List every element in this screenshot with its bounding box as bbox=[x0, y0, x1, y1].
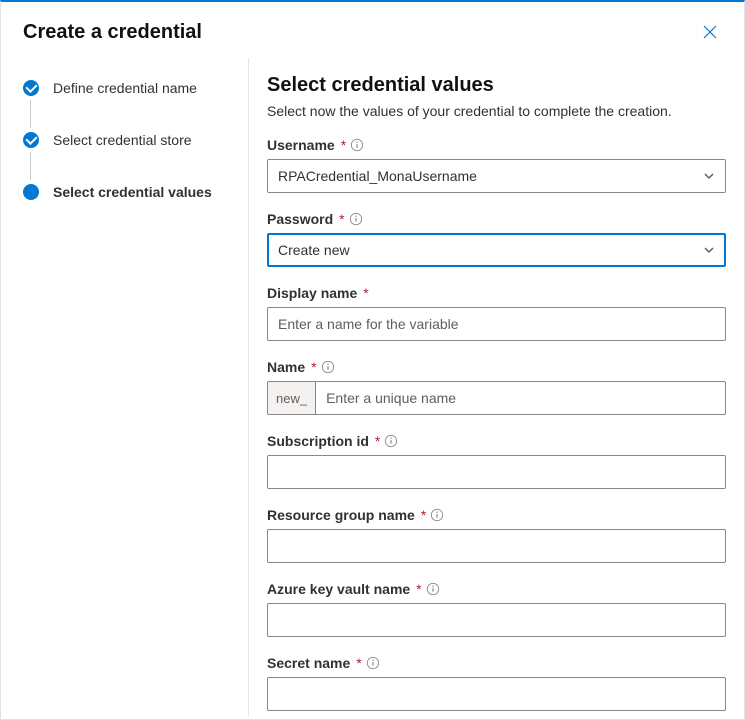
field-password: Password * Create new bbox=[267, 211, 726, 267]
chevron-down-icon bbox=[703, 244, 715, 256]
required-indicator: * bbox=[363, 285, 368, 301]
key-vault-label: Azure key vault name bbox=[267, 581, 410, 597]
required-indicator: * bbox=[339, 211, 344, 227]
step-select-store[interactable]: Select credential store bbox=[23, 132, 230, 184]
password-value: Create new bbox=[278, 242, 350, 258]
required-indicator: * bbox=[421, 507, 426, 523]
name-label: Name bbox=[267, 359, 305, 375]
required-indicator: * bbox=[341, 137, 346, 153]
wizard-steps: Define credential name Select credential… bbox=[1, 58, 249, 717]
field-name: Name * new_ bbox=[267, 359, 726, 415]
username-select[interactable]: RPACredential_MonaUsername bbox=[267, 159, 726, 193]
field-subscription-id: Subscription id * bbox=[267, 433, 726, 489]
form-area: Select credential values Select now the … bbox=[249, 58, 744, 717]
username-label: Username bbox=[267, 137, 335, 153]
create-credential-panel: Create a credential Define credential na… bbox=[0, 0, 745, 720]
username-value: RPACredential_MonaUsername bbox=[278, 168, 477, 184]
info-icon[interactable] bbox=[384, 434, 398, 448]
step-select-values[interactable]: Select credential values bbox=[23, 184, 230, 200]
secret-name-label: Secret name bbox=[267, 655, 350, 671]
check-icon bbox=[23, 132, 39, 148]
section-title: Select credential values bbox=[267, 74, 726, 97]
info-icon[interactable] bbox=[350, 138, 364, 152]
display-name-label: Display name bbox=[267, 285, 357, 301]
required-indicator: * bbox=[416, 581, 421, 597]
step-label: Define credential name bbox=[53, 80, 197, 96]
check-icon bbox=[23, 80, 39, 96]
resource-group-input[interactable] bbox=[267, 529, 726, 563]
info-icon[interactable] bbox=[426, 582, 440, 596]
secret-name-input[interactable] bbox=[267, 677, 726, 711]
field-username: Username * RPACredential_MonaUsername bbox=[267, 137, 726, 193]
info-icon[interactable] bbox=[349, 212, 363, 226]
info-icon[interactable] bbox=[366, 656, 380, 670]
current-step-icon bbox=[23, 184, 39, 200]
field-display-name: Display name * bbox=[267, 285, 726, 341]
field-resource-group: Resource group name * bbox=[267, 507, 726, 563]
field-secret-name: Secret name * bbox=[267, 655, 726, 711]
close-button[interactable] bbox=[698, 20, 722, 44]
subscription-id-input[interactable] bbox=[267, 455, 726, 489]
password-select[interactable]: Create new bbox=[267, 233, 726, 267]
step-define-name[interactable]: Define credential name bbox=[23, 80, 230, 132]
required-indicator: * bbox=[311, 359, 316, 375]
field-key-vault: Azure key vault name * bbox=[267, 581, 726, 637]
info-icon[interactable] bbox=[321, 360, 335, 374]
key-vault-input[interactable] bbox=[267, 603, 726, 637]
step-label: Select credential values bbox=[53, 184, 212, 200]
info-icon[interactable] bbox=[430, 508, 444, 522]
name-input[interactable] bbox=[315, 381, 726, 415]
panel-title: Create a credential bbox=[23, 21, 202, 44]
section-description: Select now the values of your credential… bbox=[267, 103, 726, 119]
password-label: Password bbox=[267, 211, 333, 227]
resource-group-label: Resource group name bbox=[267, 507, 415, 523]
display-name-input[interactable] bbox=[267, 307, 726, 341]
chevron-down-icon bbox=[703, 170, 715, 182]
subscription-label: Subscription id bbox=[267, 433, 369, 449]
required-indicator: * bbox=[356, 655, 361, 671]
step-label: Select credential store bbox=[53, 132, 192, 148]
name-prefix: new_ bbox=[267, 381, 315, 415]
panel-header: Create a credential bbox=[1, 2, 744, 58]
required-indicator: * bbox=[375, 433, 380, 449]
close-icon bbox=[702, 24, 718, 40]
